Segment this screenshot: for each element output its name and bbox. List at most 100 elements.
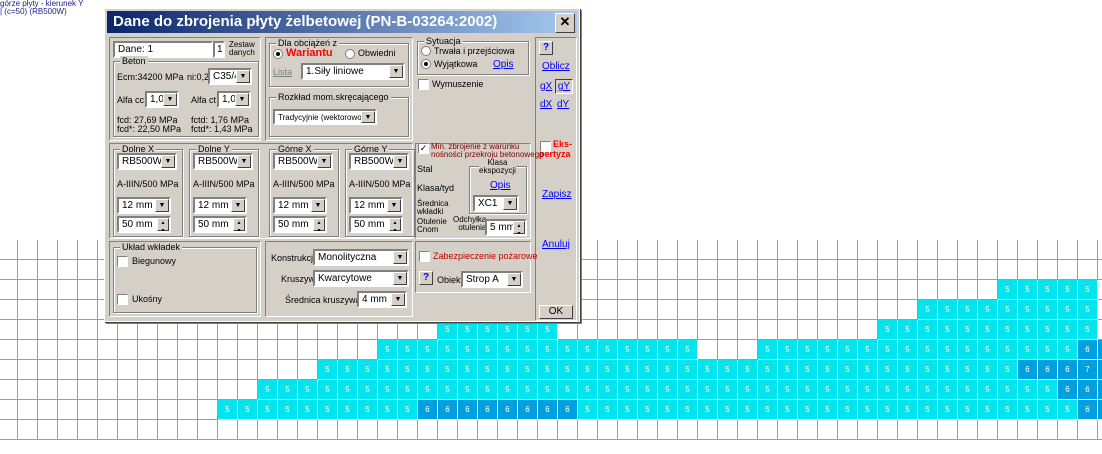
trwala-radio[interactable] — [421, 46, 431, 56]
close-button[interactable]: ✕ — [555, 13, 575, 33]
klasa-ekspozycji-select[interactable]: XC1 ▼ — [473, 195, 519, 212]
grid-cell — [898, 420, 918, 440]
chevron-down-icon[interactable]: ▼ — [393, 251, 407, 264]
diameter-select[interactable]: 12 mm ▼ — [349, 197, 403, 214]
odchylka-stepper[interactable]: 5 mm ▲ ▼ — [485, 219, 527, 236]
chevron-down-icon[interactable]: ▼ — [389, 65, 403, 78]
grid-cell — [38, 300, 58, 320]
grid-cell: 5 — [258, 400, 278, 420]
grid-cell — [18, 260, 38, 280]
diameter-select[interactable]: 12 mm ▼ — [117, 197, 171, 214]
chevron-down-icon[interactable]: ▼ — [387, 199, 401, 212]
wymuszenie-checkbox[interactable] — [418, 79, 429, 90]
grid-cell: 5 — [678, 380, 698, 400]
chevron-down-icon[interactable]: ▼ — [311, 199, 325, 212]
background-title: górze płyty - kierunek Y | (c=50) (RB500… — [0, 0, 83, 16]
chevron-down-icon[interactable]: ▼ — [503, 197, 517, 210]
oblicz-button[interactable]: Oblicz — [542, 61, 570, 72]
grid-cell: 5 — [558, 340, 578, 360]
obiekt-help-button[interactable]: ? — [419, 271, 433, 285]
stepper-arrows-icon[interactable]: ▲ ▼ — [389, 218, 401, 231]
spacing-stepper[interactable]: 50 mm ▲ ▼ — [273, 216, 327, 233]
kruszywo-select[interactable]: Kwarcytowe ▼ — [313, 270, 409, 287]
chevron-down-icon[interactable]: ▼ — [393, 155, 407, 168]
dialog-titlebar[interactable]: Dane do zbrojenia płyty żelbetowej (PN-B… — [107, 11, 577, 33]
stepper-arrows-icon[interactable]: ▲ ▼ — [157, 218, 169, 231]
chevron-down-icon[interactable]: ▼ — [317, 155, 331, 168]
grid-cell — [58, 360, 78, 380]
steel-select[interactable]: RB500W ▼ — [193, 153, 253, 170]
chevron-down-icon[interactable]: ▼ — [361, 111, 375, 123]
steel-select[interactable]: RB500W ▼ — [117, 153, 177, 170]
spacing-stepper[interactable]: 50 mm ▲ ▼ — [349, 216, 403, 233]
grid-cell — [238, 340, 258, 360]
grid-cell — [818, 300, 838, 320]
lista-link[interactable]: Lista — [273, 67, 292, 77]
lista-select[interactable]: 1.Siły liniowe ▼ — [301, 63, 405, 80]
anuluj-button[interactable]: Anuluj — [542, 239, 570, 250]
wariant-radio[interactable] — [273, 49, 283, 59]
zapisz-button[interactable]: Zapisz — [542, 189, 571, 200]
stepper-arrows-icon[interactable]: ▲ ▼ — [233, 218, 245, 231]
diameter-select[interactable]: 12 mm ▼ — [273, 197, 327, 214]
klasa-opis-link[interactable]: Opis — [490, 180, 511, 191]
grid-cell: 5 — [1038, 320, 1058, 340]
konstrukcja-select[interactable]: Monolityczna ▼ — [313, 249, 409, 266]
grid-cell: 5 — [738, 360, 758, 380]
grid-cell — [178, 420, 198, 440]
grid-cell — [498, 420, 518, 440]
concrete-class-select[interactable]: C35/45 ▼ — [208, 68, 252, 85]
grid-cell — [918, 240, 938, 260]
grid-cell: 5 — [258, 380, 278, 400]
biegunowy-checkbox[interactable] — [117, 256, 128, 267]
spacing-stepper[interactable]: 50 mm ▲ ▼ — [117, 216, 171, 233]
grid-cell — [358, 340, 378, 360]
sytuacja-opis-link[interactable]: Opis — [493, 59, 514, 70]
gy-button[interactable]: gY — [555, 79, 573, 94]
chevron-down-icon[interactable]: ▼ — [507, 273, 521, 286]
chevron-down-icon[interactable]: ▼ — [236, 70, 250, 83]
wyjatkowa-radio[interactable] — [421, 59, 431, 69]
steel-select[interactable]: RB500W ▼ — [273, 153, 333, 170]
grid-cell: 5 — [458, 380, 478, 400]
rozklad-select[interactable]: Tradycyjnie (wektorowo) ▼ — [273, 109, 377, 125]
grid-cell: 6 — [518, 400, 538, 420]
alfa-ct-select[interactable]: 1,0 ▼ — [217, 91, 251, 108]
grid-cell: 5 — [338, 360, 358, 380]
grid-cell: 5 — [358, 400, 378, 420]
min-zbrojenie-checkbox[interactable]: ✓ — [418, 143, 429, 154]
chevron-down-icon[interactable]: ▼ — [237, 155, 251, 168]
obwiednia-radio[interactable] — [345, 49, 355, 59]
chevron-down-icon[interactable]: ▼ — [235, 93, 249, 106]
chevron-down-icon[interactable]: ▼ — [161, 155, 175, 168]
obiekt-select[interactable]: Strop A ▼ — [461, 271, 523, 288]
grid-cell — [698, 260, 718, 280]
gx-button[interactable]: gX — [540, 81, 552, 92]
chevron-down-icon[interactable]: ▼ — [163, 93, 177, 106]
help-button[interactable]: ? — [539, 41, 553, 55]
chevron-down-icon[interactable]: ▼ — [391, 293, 405, 306]
grid-cell: 5 — [738, 400, 758, 420]
grid-cell — [278, 320, 298, 340]
chevron-down-icon[interactable]: ▼ — [155, 199, 169, 212]
ok-button[interactable]: OK — [539, 305, 573, 319]
srednica-kruszywa-select[interactable]: 4 mm ▼ — [357, 291, 407, 308]
zestaw-count[interactable]: 1 — [213, 41, 225, 58]
grid-cell: 5 — [878, 340, 898, 360]
grid-cell — [78, 280, 98, 300]
dx-button[interactable]: dX — [540, 99, 552, 110]
grid-cell — [598, 240, 618, 260]
ukosny-checkbox[interactable] — [117, 294, 128, 305]
zabezpieczenie-checkbox[interactable] — [419, 251, 430, 262]
diameter-select[interactable]: 12 mm ▼ — [193, 197, 247, 214]
chevron-down-icon[interactable]: ▼ — [231, 199, 245, 212]
chevron-down-icon[interactable]: ▼ — [393, 272, 407, 285]
dy-button[interactable]: dY — [557, 99, 569, 110]
spacing-stepper[interactable]: 50 mm ▲ ▼ — [193, 216, 247, 233]
steel-select[interactable]: RB500W ▼ — [349, 153, 409, 170]
alfa-cc-select[interactable]: 1,0 ▼ — [145, 91, 179, 108]
grid-cell: 5 — [218, 400, 238, 420]
stepper-arrows-icon[interactable]: ▲ ▼ — [313, 218, 325, 231]
stepper-arrows-icon[interactable]: ▲ ▼ — [513, 221, 525, 234]
grid-cell: 5 — [358, 380, 378, 400]
